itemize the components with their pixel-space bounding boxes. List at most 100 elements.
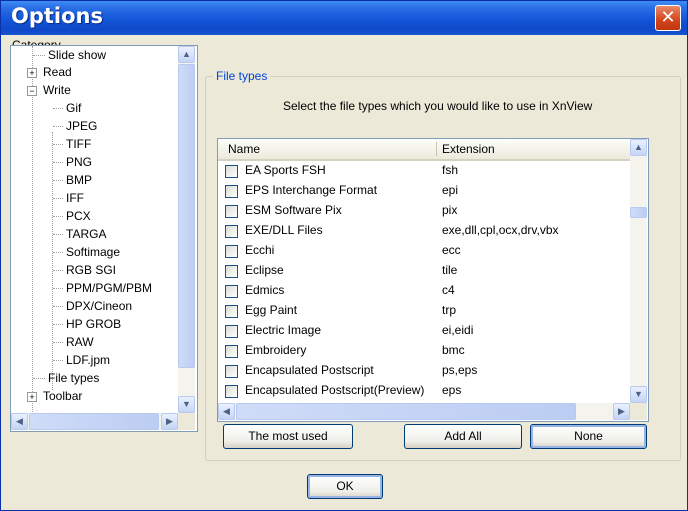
tree-item-raw[interactable]: RAW [66, 333, 94, 351]
tree-item-slide-show[interactable]: Slide show [48, 46, 106, 64]
file-type-extension: trp [442, 303, 457, 317]
tree-item-read[interactable]: Read [43, 63, 72, 81]
expand-icon[interactable]: + [27, 68, 37, 78]
tree-vscroll-thumb[interactable] [178, 64, 195, 368]
title-bar[interactable]: Options ✕ [1, 1, 687, 35]
list-item[interactable]: Ecchi ecc [218, 241, 630, 261]
list-horizontal-scrollbar[interactable]: ◀ ▶ [218, 403, 630, 420]
file-type-name: Egg Paint [245, 303, 298, 317]
list-item[interactable]: Embroidery bmc [218, 341, 630, 361]
file-type-name: EPS Interchange Format [245, 183, 378, 197]
scroll-right-icon[interactable]: ▶ [613, 403, 630, 420]
tree-line [53, 162, 63, 163]
most-used-button[interactable]: The most used [223, 424, 353, 449]
scroll-right-icon[interactable]: ▶ [161, 413, 178, 430]
scroll-up-icon[interactable]: ▲ [178, 46, 195, 63]
list-item[interactable]: ESM Software Pix pix [218, 201, 630, 221]
file-type-name: EXE/DLL Files [245, 223, 323, 237]
tree-item-bmp[interactable]: BMP [66, 171, 92, 189]
tree-item-softimage[interactable]: Softimage [66, 243, 120, 261]
list-vertical-scrollbar[interactable]: ▲ ▼ [630, 139, 647, 403]
scroll-down-icon[interactable]: ▼ [178, 396, 195, 413]
tree-vertical-scrollbar[interactable]: ▲ ▼ [178, 46, 195, 413]
list-item[interactable]: Egg Paint trp [218, 301, 630, 321]
checkbox[interactable] [225, 165, 238, 178]
tree-item-iff[interactable]: IFF [66, 189, 84, 207]
scroll-corner [630, 403, 647, 420]
checkbox[interactable] [225, 185, 238, 198]
checkbox[interactable] [225, 285, 238, 298]
list-item[interactable]: Eclipse tile [218, 261, 630, 281]
list-vscroll-thumb[interactable] [630, 207, 647, 218]
tree-item-png[interactable]: PNG [66, 153, 92, 171]
tree-line [53, 360, 63, 361]
checkbox[interactable] [225, 225, 238, 238]
file-types-list[interactable]: Name Extension EA Sports FSH fsh EPS Int… [217, 138, 649, 422]
tree-line [52, 132, 53, 390]
scroll-down-icon[interactable]: ▼ [630, 386, 647, 403]
tree-item-ppm-pgm-pbm[interactable]: PPM/PGM/PBM [66, 279, 152, 297]
file-type-name: Embroidery [245, 343, 307, 357]
add-all-button[interactable]: Add All [404, 424, 522, 449]
collapse-icon[interactable]: − [27, 86, 37, 96]
file-type-extension: eps [442, 383, 462, 397]
tree-item-tiff[interactable]: TIFF [66, 135, 91, 153]
list-item[interactable]: Encapsulated Postscript ps,eps [218, 361, 630, 381]
checkbox[interactable] [225, 305, 238, 318]
tree-line [53, 234, 63, 235]
checkbox[interactable] [225, 245, 238, 258]
tree-item-rgb-sgi[interactable]: RGB SGI [66, 261, 116, 279]
tree-item-ldf-jpm[interactable]: LDF.jpm [66, 351, 110, 369]
list-header: Name Extension [218, 139, 630, 161]
list-item[interactable]: EPS Interchange Format epi [218, 181, 630, 201]
category-tree[interactable]: Slide show + Read − Write Gif JPEG TIFF … [10, 45, 198, 432]
tree-item-jpeg[interactable]: JPEG [66, 117, 97, 135]
file-type-extension: pix [442, 203, 458, 217]
checkbox[interactable] [225, 385, 238, 398]
column-divider[interactable] [436, 142, 437, 156]
list-item[interactable]: Electric Image ei,eidi [218, 321, 630, 341]
tree-horizontal-scrollbar[interactable]: ◀ ▶ [11, 413, 178, 430]
file-type-extension: ecc [442, 243, 461, 257]
list-hscroll-thumb[interactable] [236, 403, 576, 420]
checkbox[interactable] [225, 345, 238, 358]
file-type-extension: fsh [442, 163, 459, 177]
tree-item-dpx-cineon[interactable]: DPX/Cineon [66, 297, 132, 315]
column-header-name[interactable]: Name [228, 139, 260, 159]
scroll-left-icon[interactable]: ◀ [218, 403, 235, 420]
tree-line [53, 324, 63, 325]
tree-hscroll-thumb[interactable] [29, 413, 159, 430]
list-item[interactable]: Edmics c4 [218, 281, 630, 301]
expand-icon[interactable]: + [27, 392, 37, 402]
ok-button[interactable]: OK [307, 474, 383, 499]
tree-line [53, 126, 63, 127]
tree-item-file-types[interactable]: File types [48, 369, 99, 387]
list-item[interactable]: Encapsulated Postscript(Preview) eps [218, 381, 630, 401]
file-type-extension: exe,dll,cpl,ocx,drv,vbx [442, 223, 559, 237]
checkbox[interactable] [225, 365, 238, 378]
tree-item-hp-grob[interactable]: HP GROB [66, 315, 121, 333]
checkbox[interactable] [225, 265, 238, 278]
tree-item-gif[interactable]: Gif [66, 99, 81, 117]
tree-line [53, 108, 63, 109]
tree-item-toolbar[interactable]: Toolbar [43, 387, 82, 405]
file-type-extension: bmc [442, 343, 465, 357]
file-types-group-label: File types [213, 69, 271, 83]
checkbox[interactable] [225, 205, 238, 218]
file-type-name: Eclipse [245, 263, 284, 277]
list-item[interactable]: EA Sports FSH fsh [218, 161, 630, 181]
file-type-name: EA Sports FSH [245, 163, 326, 177]
scroll-left-icon[interactable]: ◀ [11, 413, 28, 430]
close-button[interactable]: ✕ [655, 5, 681, 31]
scroll-up-icon[interactable]: ▲ [630, 139, 647, 156]
list-item[interactable]: EXE/DLL Files exe,dll,cpl,ocx,drv,vbx [218, 221, 630, 241]
none-button[interactable]: None [530, 424, 647, 449]
tree-line [53, 288, 63, 289]
tree-item-targa[interactable]: TARGA [66, 225, 106, 243]
file-type-extension: tile [442, 263, 458, 277]
file-type-name: Edmics [245, 283, 285, 297]
tree-item-write[interactable]: Write [43, 81, 71, 99]
checkbox[interactable] [225, 325, 238, 338]
column-header-extension[interactable]: Extension [442, 139, 495, 159]
tree-item-pcx[interactable]: PCX [66, 207, 91, 225]
